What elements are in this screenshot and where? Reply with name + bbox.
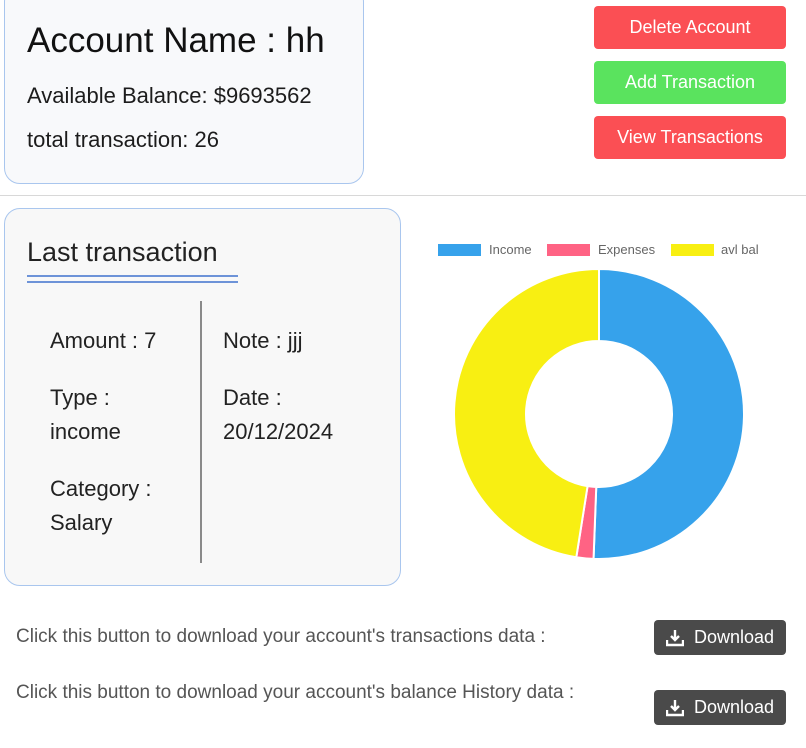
view-transactions-button[interactable]: View Transactions xyxy=(594,116,786,159)
available-balance: Available Balance: $9693562 xyxy=(27,83,312,108)
legend-swatch-0[interactable] xyxy=(438,244,481,256)
download-icon xyxy=(665,629,684,647)
title-underline xyxy=(27,281,238,283)
legend-label-0: Income xyxy=(489,242,532,257)
slice-income[interactable] xyxy=(592,267,745,560)
transaction-type: Type : income xyxy=(50,385,121,444)
slice-avl-bal[interactable] xyxy=(453,267,600,559)
download-transactions-button[interactable]: Download xyxy=(654,620,786,655)
legend-label-2: avl bal xyxy=(721,242,759,257)
balance-doughnut-chart: Income Expenses avl bal xyxy=(438,242,759,560)
transaction-date: Date : 20/12/2024 xyxy=(223,385,334,444)
transaction-count: total transaction: 26 xyxy=(27,127,220,152)
transaction-amount: Amount : 7 xyxy=(50,328,157,353)
download-icon xyxy=(665,699,684,717)
transactions-download-text: Click this button to download your accou… xyxy=(16,626,546,647)
download-button-label: Download xyxy=(693,627,775,647)
delete-account-button[interactable]: Delete Account xyxy=(594,6,786,49)
legend-swatch-2[interactable] xyxy=(671,244,714,256)
add-transaction-button[interactable]: Add Transaction xyxy=(594,61,786,104)
legend-swatch-1[interactable] xyxy=(547,244,590,256)
account-name: Account Name : hh xyxy=(27,21,325,60)
download-balance-history-button[interactable]: Download xyxy=(654,690,786,725)
download-button-label: Download xyxy=(693,697,775,717)
account-summary-card: Account Name : hh Available Balance: $96… xyxy=(4,0,364,184)
last-transaction-title: Last transaction xyxy=(27,237,218,267)
last-transaction-card: Last transaction Amount : 7 Type : incom… xyxy=(4,208,401,586)
legend-label-1: Expenses xyxy=(598,242,656,257)
title-underline xyxy=(27,275,238,277)
balance-history-download-text: Click this button to download your accou… xyxy=(16,682,575,703)
section-divider xyxy=(0,195,806,196)
transaction-note: Note : jjj xyxy=(223,328,303,353)
transaction-category: Category : Salary xyxy=(50,476,152,535)
column-separator xyxy=(200,301,202,563)
